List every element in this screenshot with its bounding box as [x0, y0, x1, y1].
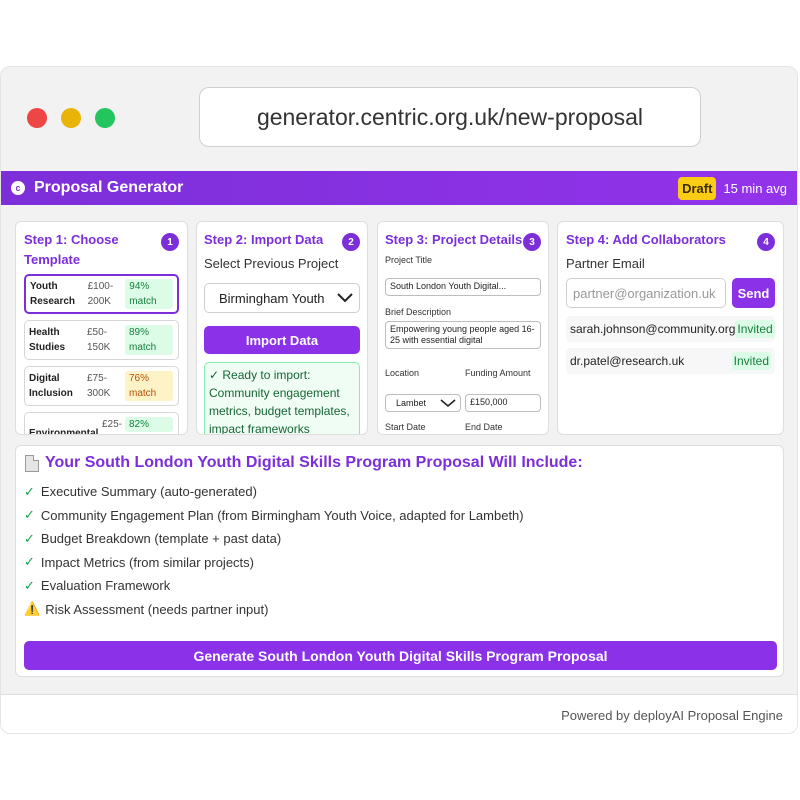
template-name: Health Studies	[29, 327, 66, 353]
import-data-button[interactable]: Import Data	[204, 326, 360, 354]
summary-item-text: Evaluation Framework	[40, 578, 171, 594]
footer: Powered by deployAI Proposal Engine	[1, 694, 797, 733]
step1-title: Step 1: Choose Template	[24, 232, 119, 267]
maximize-window-button[interactable]	[95, 108, 115, 128]
template-range: £50-150K	[87, 327, 111, 353]
brief-description-label: Brief Description	[385, 307, 452, 317]
invited-badge: Invited	[731, 352, 771, 370]
template-match-badge: 94% match	[125, 279, 173, 309]
avg-time-label: 15 min avg	[723, 180, 787, 196]
summary-item-text: Budget Breakdown (template + past data)	[40, 531, 282, 547]
template-option-digital-inclusion[interactable]: Digital Inclusion £75-300K 76% match	[24, 366, 179, 406]
template-match-badge: 82%	[125, 417, 173, 432]
step4-title: Step 4: Add Collaborators	[566, 232, 726, 247]
step4-number-badge: 4	[757, 233, 775, 251]
funding-amount-label: Funding Amount	[465, 368, 531, 378]
invited-badge: Invited	[735, 320, 775, 338]
template-range: £75-300K	[87, 373, 111, 399]
template-option-youth-research[interactable]: Youth Research £100-200K 94% match	[24, 274, 179, 314]
template-name: Youth Research	[30, 281, 76, 307]
summary-item: ✓ Community Engagement Plan (from Birming…	[24, 504, 775, 528]
partner-email-input[interactable]: partner@organization.uk	[566, 278, 726, 308]
project-title-label: Project Title	[385, 255, 433, 265]
step1-card: Step 1: Choose Template 1 Youth Research…	[15, 221, 188, 435]
location-value: Lambet	[396, 398, 427, 408]
step3-title: Step 3: Project Details	[385, 232, 523, 247]
funding-amount-field[interactable]: £150,000	[465, 394, 541, 412]
template-range: £25-	[101, 419, 122, 430]
step2-number-badge: 2	[342, 233, 360, 251]
summary-item: ⚠️ Risk Assessment (needs partner input)	[24, 598, 775, 622]
step2-card: Step 2: Import Data 2 Select Previous Pr…	[196, 221, 368, 435]
summary-list: ✓ Executive Summary (auto-generated) ✓ Com…	[24, 480, 775, 621]
check-icon: ✓	[24, 507, 35, 523]
send-invite-button[interactable]: Send	[732, 278, 775, 308]
template-match-badge: 89% match	[125, 325, 173, 355]
address-bar[interactable]: generator.centric.org.uk/new-proposal	[199, 87, 701, 147]
status-badge: Draft	[678, 176, 717, 200]
document-icon	[25, 454, 39, 472]
check-icon: ✓	[24, 530, 35, 546]
summary-item: ✓ Budget Breakdown (template + past data)	[24, 527, 775, 551]
brief-description-field[interactable]: Empowering young people aged 16-25 with …	[385, 321, 541, 349]
template-match-badge: 76% match	[125, 371, 173, 401]
close-window-button[interactable]	[27, 108, 47, 128]
template-name: Environmental	[29, 428, 99, 435]
main-content: Step 1: Choose Template 1 Youth Research…	[1, 205, 797, 733]
warning-icon: ⚠️	[24, 601, 41, 617]
app-logo-icon: c	[11, 181, 25, 195]
start-date-label: Start Date	[385, 422, 426, 432]
project-title-field[interactable]: South London Youth Digital...	[385, 278, 541, 296]
location-label: Location	[385, 368, 420, 378]
summary-item: ✓ Executive Summary (auto-generated)	[24, 480, 775, 504]
step3-card: Step 3: Project Details 3 Project Title …	[377, 221, 549, 435]
chevron-down-icon	[337, 293, 353, 303]
template-range: £100-200K	[87, 281, 114, 307]
collaborator-row: dr.patel@research.uk Invited	[566, 348, 775, 374]
collaborator-email: dr.patel@research.uk	[570, 354, 685, 368]
summary-item-text: Executive Summary (auto-generated)	[40, 484, 257, 500]
generate-proposal-button[interactable]: Generate South London Youth Digital Skil…	[24, 641, 777, 670]
step2-title: Step 2: Import Data	[204, 232, 324, 247]
collaborator-row: sarah.johnson@community.org Invited	[566, 316, 775, 342]
browser-window: generator.centric.org.uk/new-proposal c …	[0, 66, 798, 734]
template-name: Digital Inclusion	[29, 373, 73, 399]
app-title: Proposal Generator	[34, 179, 184, 196]
check-icon: ✓	[24, 483, 35, 499]
summary-item: ✓ Evaluation Framework	[24, 574, 775, 598]
summary-item-text: Community Engagement Plan (from Birmingh…	[40, 507, 524, 523]
check-icon: ✓	[24, 577, 35, 593]
selected-project-value: Birmingham Youth	[219, 290, 325, 306]
import-ready-notice: ✓ Ready to import: Community engagement …	[204, 362, 360, 434]
end-date-label: End Date	[465, 422, 503, 432]
minimize-window-button[interactable]	[61, 108, 81, 128]
app-header: c Proposal Generator Draft 15 min avg	[1, 171, 797, 205]
step4-card: Step 4: Add Collaborators 4 Partner Emai…	[557, 221, 784, 435]
location-select[interactable]: Lambet	[385, 394, 461, 412]
proposal-summary-card: Your South London Youth Digital Skills P…	[15, 445, 784, 677]
url-text: generator.centric.org.uk/new-proposal	[256, 103, 644, 130]
partner-email-label: Partner Email	[566, 256, 645, 271]
template-option-health-studies[interactable]: Health Studies £50-150K 89% match	[24, 320, 179, 360]
previous-project-select[interactable]: Birmingham Youth	[204, 283, 360, 313]
template-option-environmental[interactable]: Environmental £25- 82%	[24, 412, 179, 435]
summary-item-text: Impact Metrics (from similar projects)	[40, 554, 254, 570]
summary-title: Your South London Youth Digital Skills P…	[45, 454, 583, 471]
summary-item: ✓ Impact Metrics (from similar projects)	[24, 551, 775, 575]
footer-text: Powered by deployAI Proposal Engine	[561, 707, 783, 723]
step1-number-badge: 1	[161, 233, 179, 251]
browser-chrome: generator.centric.org.uk/new-proposal	[1, 67, 797, 171]
chevron-down-icon	[440, 398, 456, 407]
check-icon: ✓	[24, 554, 35, 570]
collaborator-email: sarah.johnson@community.org	[570, 322, 736, 336]
summary-item-text: Risk Assessment (needs partner input)	[45, 601, 269, 617]
select-project-label: Select Previous Project	[204, 256, 339, 271]
step3-number-badge: 3	[523, 233, 541, 251]
